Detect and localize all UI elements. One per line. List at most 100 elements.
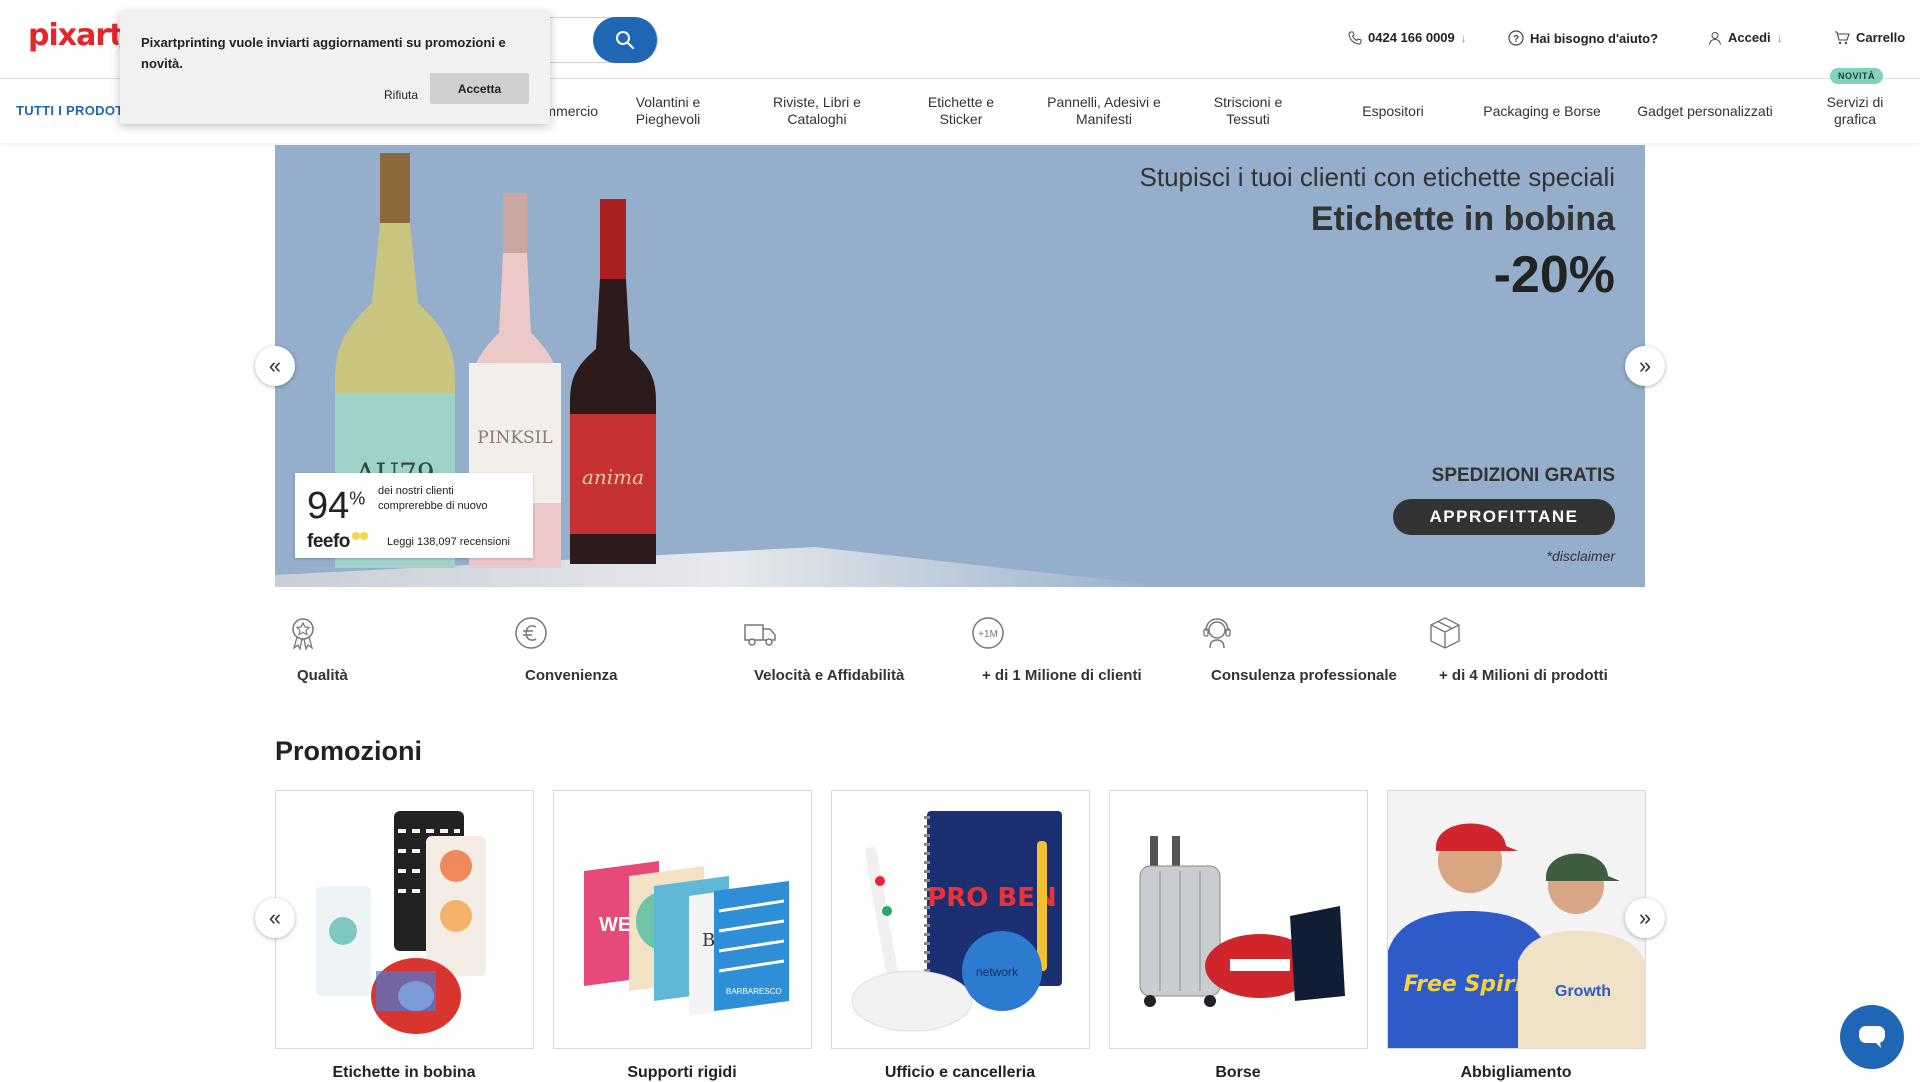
feefo-percent-value: 94: [307, 485, 350, 527]
feature-value: Convenienza: [514, 616, 734, 684]
help-label: Hai bisogno d'aiuto?: [1530, 30, 1659, 46]
new-badge: NOVITÀ: [1830, 68, 1884, 84]
feefo-percent-sign: %: [349, 488, 366, 509]
feature-speed: Velocità e Affidabilità: [743, 616, 963, 684]
promo-prev-button[interactable]: «: [255, 898, 295, 938]
apparel-image: Free Spirit Growth: [1388, 791, 1645, 1048]
feature-label: Convenienza: [525, 667, 618, 684]
chevron-down-icon: ↓: [1776, 30, 1783, 45]
nav-item-packaging[interactable]: Packaging e Borse: [1472, 79, 1612, 143]
feature-label: Qualità: [297, 667, 348, 684]
box-icon: [1430, 617, 1460, 649]
cookie-message: Pixartprinting vuole inviarti aggiorname…: [141, 35, 506, 71]
promo-label[interactable]: Supporti rigidi: [553, 1064, 811, 1082]
svg-text:?: ?: [1513, 34, 1519, 45]
rigid-panels-image: WE BO BARBARESCO: [584, 861, 789, 1016]
promo-label[interactable]: Abbigliamento: [1387, 1064, 1645, 1082]
feefo-logo: feefo: [307, 531, 369, 553]
phone-number: 0424 166 0009: [1368, 30, 1455, 45]
chevrons-right-icon: »: [1638, 905, 1652, 930]
panel-barbaresco-text: BARBARESCO: [726, 987, 782, 996]
search-button[interactable]: [593, 17, 657, 63]
feature-clients: +1M + di 1 Milione di clienti: [971, 616, 1191, 684]
nav-all-products[interactable]: TUTTI I PRODOTTI: [16, 103, 136, 118]
hero-subtitle: Stupisci i tuoi clienti con etichette sp…: [1139, 162, 1615, 192]
phone-link[interactable]: 0424 166 0009 ↓: [1348, 30, 1467, 45]
promo-card-labels[interactable]: [275, 790, 534, 1049]
panel-we-text: WE: [599, 914, 631, 936]
sweater-text: Free Spirit: [1403, 972, 1533, 997]
promo-card-office[interactable]: PRO BEN network: [831, 790, 1090, 1049]
promo-next-button[interactable]: »: [1625, 898, 1665, 938]
nav-item-etichette[interactable]: Etichette e Sticker: [911, 79, 1011, 143]
tshirt-text: Growth: [1555, 983, 1611, 1000]
feefo-logo-text: feefo: [307, 531, 350, 552]
nav-item-pannelli[interactable]: Pannelli, Adesivi e Manifesti: [1044, 79, 1164, 143]
ball-text: network: [976, 965, 1019, 979]
promo-card-apparel[interactable]: Free Spirit Growth: [1387, 790, 1646, 1049]
login-label: Accedi: [1728, 30, 1771, 45]
search-icon: [616, 31, 634, 49]
hero-title: Etichette in bobina: [1310, 200, 1615, 238]
nav-item-espositori[interactable]: Espositori: [1333, 79, 1453, 143]
award-icon: [292, 618, 314, 651]
feature-products: + di 4 Milioni di prodotti: [1428, 616, 1648, 684]
feefo-eyes-icon: [351, 532, 368, 540]
chevrons-left-icon: «: [268, 353, 282, 378]
user-icon: [1709, 31, 1721, 45]
chevron-down-icon: ↓: [1460, 30, 1467, 45]
promo-label[interactable]: Etichette in bobina: [275, 1064, 533, 1082]
feature-label: + di 1 Milione di clienti: [982, 667, 1142, 684]
chat-icon: [1859, 1026, 1885, 1048]
hero-disclaimer-link[interactable]: *disclaimer: [1547, 548, 1615, 564]
feature-quality: Qualità: [286, 616, 506, 684]
feature-consulting: Consulenza professionale: [1200, 616, 1420, 684]
hero-next-button[interactable]: »: [1625, 346, 1665, 386]
cart-icon: [1835, 30, 1850, 44]
svg-text:+1M: +1M: [978, 629, 998, 640]
bottle-image-red: anima: [570, 199, 656, 564]
help-icon: ?: [1508, 30, 1524, 46]
bottle-label-pinksil: PINKSIL: [477, 428, 552, 448]
nav-item-servizi-grafica[interactable]: Servizi di grafica: [1805, 79, 1905, 143]
bags-image: [1139, 836, 1345, 1007]
hero-cta-button[interactable]: APPROFITTANE: [1393, 499, 1615, 535]
nav-item-gadget[interactable]: Gadget personalizzati: [1628, 79, 1782, 143]
cart-link[interactable]: Carrello: [1834, 30, 1905, 45]
feefo-reviews-link[interactable]: Leggi 138,097 recensioni: [387, 536, 510, 548]
nav-item-volantini[interactable]: Volantini e Pieghevoli: [608, 79, 728, 143]
label-rolls-image: [316, 811, 486, 1034]
promo-label[interactable]: Ufficio e cancelleria: [831, 1064, 1089, 1082]
chat-button[interactable]: [1840, 1005, 1904, 1069]
chevrons-right-icon: »: [1638, 353, 1652, 378]
feefo-widget[interactable]: 94% dei nostri clienti comprerebbe di nu…: [295, 473, 533, 558]
promotions-title: Promozioni: [275, 736, 422, 766]
phone-icon: [1348, 31, 1362, 45]
euro-icon: [515, 617, 547, 649]
headset-icon: [1203, 618, 1231, 649]
truck-icon: [744, 624, 776, 646]
cart-label: Carrello: [1856, 30, 1906, 45]
help-link[interactable]: ? Hai bisogno d'aiuto?: [1508, 30, 1658, 46]
feature-label: Velocità e Affidabilità: [754, 667, 905, 684]
promo-card-rigid[interactable]: WE BO BARBARESCO: [553, 790, 812, 1049]
nav-item-striscioni[interactable]: Striscioni e Tessuti: [1198, 79, 1298, 143]
hero-prev-button[interactable]: «: [255, 346, 295, 386]
hero-banner[interactable]: AU79 PINKSIL anima Stupisci i tuoi clien…: [275, 145, 1645, 587]
feefo-text: dei nostri clienti comprerebbe di nuovo: [378, 485, 488, 512]
feefo-percent: 94%: [307, 485, 365, 528]
cookie-accept-button[interactable]: Accetta: [430, 73, 529, 104]
promo-label[interactable]: Borse: [1109, 1064, 1367, 1082]
cookie-consent-popup: Pixartprinting vuole inviarti aggiorname…: [120, 12, 550, 124]
nav-item-riviste[interactable]: Riviste, Libri e Cataloghi: [757, 79, 877, 143]
hero-shipping: SPEDIZIONI GRATIS: [1431, 465, 1615, 486]
hero-discount: -20%: [1493, 246, 1615, 304]
bottle-label-anima: anima: [582, 465, 644, 489]
office-items-image: PRO BEN network: [851, 811, 1062, 1032]
feature-label: + di 4 Milioni di prodotti: [1439, 667, 1608, 684]
feature-label: Consulenza professionale: [1211, 667, 1397, 684]
million-icon: +1M: [972, 617, 1004, 649]
chevrons-left-icon: «: [268, 905, 282, 930]
promo-card-bags[interactable]: [1109, 790, 1368, 1049]
login-link[interactable]: Accedi ↓: [1708, 30, 1783, 45]
